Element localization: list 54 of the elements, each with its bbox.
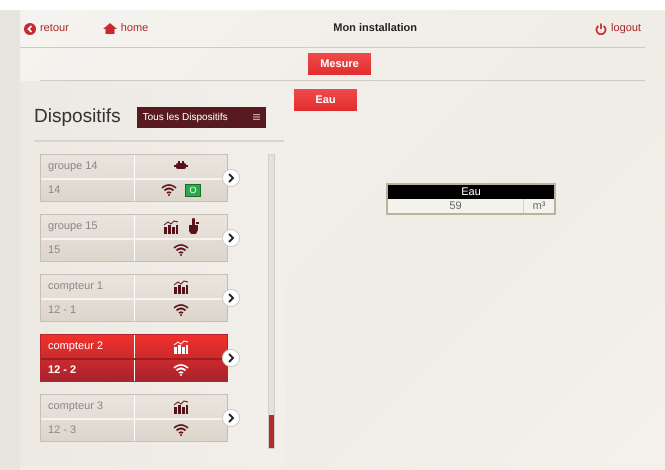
chart-icon: [163, 218, 179, 234]
meter-title: Eau: [388, 185, 554, 199]
device-address: 12 - 1: [48, 302, 76, 318]
scrollbar-thumb[interactable]: [269, 414, 274, 448]
wifi-icon: [161, 184, 178, 196]
device-name: compteur 2: [48, 338, 104, 354]
chevron-icon: [227, 172, 235, 182]
device-address: 12 - 2: [48, 362, 76, 378]
device-card[interactable]: compteur 3 12 - 3: [40, 394, 228, 442]
tab[interactable]: Eau: [294, 89, 357, 111]
device-name: groupe 14: [48, 158, 98, 174]
chevron-button[interactable]: [222, 408, 240, 426]
device-address: 14: [48, 182, 60, 198]
chevron-button[interactable]: [222, 228, 240, 246]
chart-icon: [173, 398, 189, 414]
chevron-icon: [227, 352, 235, 362]
device-name: compteur 1: [48, 278, 104, 294]
back-link[interactable]: retour: [24, 20, 69, 37]
page-title: Mon installation: [333, 21, 418, 36]
device-card[interactable]: compteur 2 12 - 2: [40, 334, 228, 382]
wifi-icon: [173, 304, 189, 316]
device-card[interactable]: groupe 14 14 O: [40, 154, 228, 202]
wifi-icon: [173, 244, 189, 256]
status-badge: O: [185, 184, 200, 196]
power-icon: [595, 22, 608, 34]
chevron-icon: [227, 292, 235, 302]
chevron-icon: [227, 232, 235, 242]
chevron-button[interactable]: [222, 168, 240, 186]
device-card[interactable]: compteur 1 12 - 1: [40, 274, 228, 322]
section-heading: Dispositifs: [34, 105, 121, 129]
wifi-icon: [173, 424, 189, 436]
home-icon: [102, 23, 117, 34]
chart-icon: [173, 278, 189, 294]
back-icon: [24, 22, 36, 34]
chart-icon: [173, 338, 189, 354]
meter-unit: m³: [532, 199, 546, 213]
device-card[interactable]: groupe 15 15: [40, 214, 228, 262]
plug-icon: [174, 161, 188, 171]
device-address: 12 - 3: [48, 422, 76, 438]
wifi-icon: [173, 364, 189, 376]
logout-link[interactable]: logout: [595, 20, 641, 37]
tab[interactable]: Mesure: [308, 53, 371, 75]
hand-icon: [187, 218, 199, 234]
meter-value: 59: [388, 199, 524, 213]
device-name: compteur 3: [48, 398, 104, 414]
home-link[interactable]: home: [102, 20, 148, 37]
device-address: 15: [48, 242, 60, 258]
chevron-icon: [227, 412, 235, 422]
chevron-button[interactable]: [222, 348, 240, 366]
scrollbar[interactable]: [268, 154, 275, 448]
filter-dropdown[interactable]: Tous les Dispositifs: [136, 106, 266, 128]
menu-icon: [252, 114, 260, 120]
chevron-button[interactable]: [222, 288, 240, 306]
device-name: groupe 15: [48, 218, 98, 234]
